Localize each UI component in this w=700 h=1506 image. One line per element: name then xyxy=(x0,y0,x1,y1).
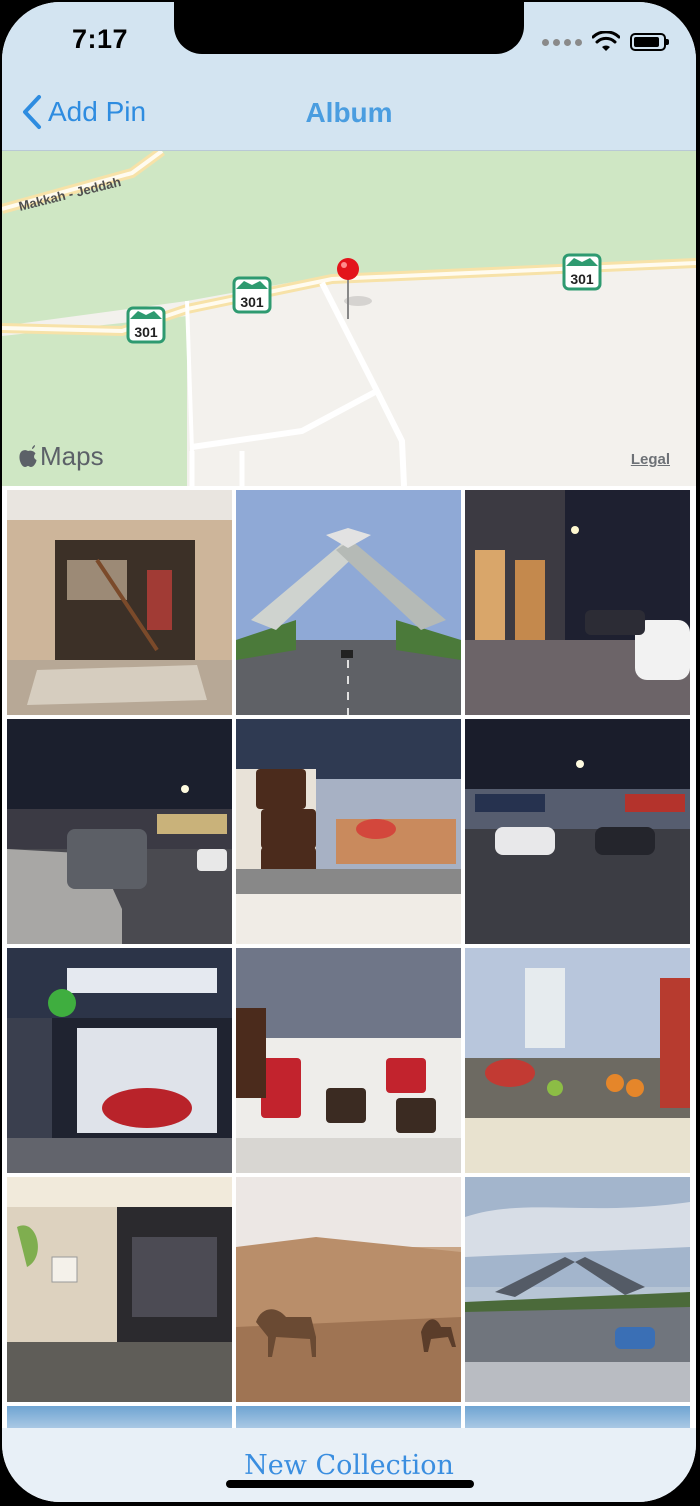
photo-cell[interactable] xyxy=(7,719,232,944)
new-collection-button[interactable]: New Collection xyxy=(2,1450,696,1481)
status-time: 7:17 xyxy=(72,24,129,54)
photo-cell[interactable] xyxy=(7,948,232,1173)
photo-cell[interactable] xyxy=(236,948,461,1173)
legal-link[interactable]: Legal xyxy=(631,451,670,468)
route-shield-icon: 301 xyxy=(562,253,602,291)
phone-screen: 7:17 Add Pin Album Makkah - Jeddah 301 3… xyxy=(2,2,696,1502)
route-shield-icon: 301 xyxy=(232,276,272,314)
photo-thumbnail xyxy=(236,490,461,715)
map-canvas: Makkah - Jeddah 301 301 301 xyxy=(2,151,696,486)
route-shield-label: 301 xyxy=(134,324,158,340)
photo-thumbnail xyxy=(465,1177,690,1402)
maps-attribution-text: Maps xyxy=(40,441,104,471)
photo-thumbnail xyxy=(7,948,232,1173)
photo-cell[interactable] xyxy=(236,1177,461,1402)
photo-cell[interactable] xyxy=(465,719,690,944)
map-view[interactable]: Makkah - Jeddah 301 301 301 Maps Legal xyxy=(2,151,696,486)
photo-cell-partial[interactable] xyxy=(236,1406,461,1428)
photo-grid-next-row xyxy=(7,1406,691,1428)
photo-thumbnail xyxy=(236,719,461,944)
wifi-icon xyxy=(592,31,620,51)
photo-thumbnail xyxy=(465,948,690,1173)
photo-thumbnail xyxy=(465,490,690,715)
photo-cell[interactable] xyxy=(7,490,232,715)
device-notch xyxy=(174,2,524,54)
photo-thumbnail xyxy=(7,719,232,944)
photo-thumbnail xyxy=(236,1177,461,1402)
photo-cell[interactable] xyxy=(236,719,461,944)
photo-cell[interactable] xyxy=(465,1177,690,1402)
home-indicator xyxy=(226,1480,474,1488)
photo-thumbnail xyxy=(465,719,690,944)
route-shield-icon: 301 xyxy=(126,306,166,344)
apple-logo-icon xyxy=(19,444,37,467)
route-shield-label: 301 xyxy=(570,271,594,287)
photo-grid xyxy=(7,490,691,1402)
maps-attribution: Maps xyxy=(18,441,104,472)
battery-icon xyxy=(630,33,669,51)
photo-cell-partial[interactable] xyxy=(7,1406,232,1428)
route-shield-label: 301 xyxy=(240,294,264,310)
photo-thumbnail xyxy=(7,490,232,715)
photo-cell-partial[interactable] xyxy=(465,1406,690,1428)
status-icons xyxy=(542,28,669,56)
signal-icon xyxy=(542,38,582,46)
photo-cell[interactable] xyxy=(236,490,461,715)
photo-thumbnail xyxy=(236,948,461,1173)
navigation-bar: 7:17 Add Pin Album xyxy=(2,2,696,151)
photo-cell[interactable] xyxy=(465,948,690,1173)
photo-cell[interactable] xyxy=(465,490,690,715)
photo-thumbnail xyxy=(7,1177,232,1402)
page-title: Album xyxy=(305,97,393,128)
photo-cell[interactable] xyxy=(7,1177,232,1402)
